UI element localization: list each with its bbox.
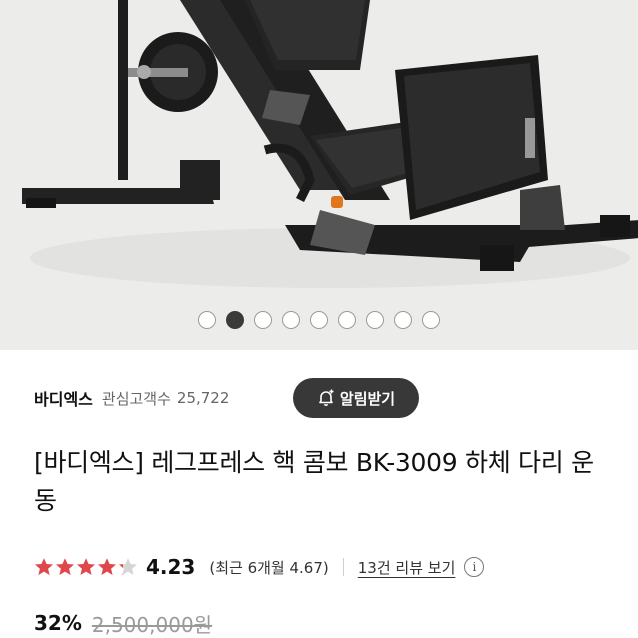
carousel-dot[interactable] bbox=[422, 311, 440, 329]
followers-label: 관심고객수 bbox=[101, 389, 171, 408]
product-image-carousel[interactable] bbox=[0, 0, 638, 350]
original-price: 2,500,000원 bbox=[91, 612, 213, 637]
carousel-dot[interactable] bbox=[338, 311, 356, 329]
carousel-dot[interactable] bbox=[310, 311, 328, 329]
star-icon bbox=[56, 558, 74, 575]
alert-button-label: 알림받기 bbox=[339, 389, 396, 408]
view-reviews-link[interactable]: 13건 리뷰 보기 bbox=[358, 557, 456, 578]
price-row: 32% 2,500,000원 bbox=[34, 608, 212, 638]
discount-rate: 32% bbox=[34, 611, 82, 635]
divider bbox=[342, 558, 344, 576]
star-icon bbox=[77, 558, 95, 575]
carousel-pagination bbox=[0, 311, 638, 329]
seller-row: 바디엑스 관심고객수 25,722 알림받기 bbox=[34, 378, 624, 418]
carousel-dot[interactable] bbox=[226, 311, 244, 329]
leg-press-machine-image bbox=[0, 0, 638, 350]
carousel-dot[interactable] bbox=[366, 311, 384, 329]
carousel-dot[interactable] bbox=[254, 311, 272, 329]
bell-plus-icon bbox=[317, 389, 335, 407]
carousel-dot[interactable] bbox=[282, 311, 300, 329]
info-icon[interactable]: i bbox=[464, 557, 485, 577]
brand-name[interactable]: 바디엑스 bbox=[34, 386, 93, 410]
rating-score: 4.23 bbox=[146, 555, 196, 579]
recent-rating: (최근 6개월 4.67) bbox=[209, 558, 329, 577]
carousel-dot[interactable] bbox=[198, 311, 216, 329]
rating-row: 4.23 (최근 6개월 4.67) 13건 리뷰 보기 i bbox=[34, 552, 624, 582]
star-rating bbox=[34, 557, 138, 577]
star-icon bbox=[35, 558, 53, 575]
followers-count: 25,722 bbox=[176, 389, 230, 407]
carousel-dot[interactable] bbox=[394, 311, 412, 329]
star-icon bbox=[98, 558, 116, 575]
product-title: [바디엑스] 레그프레스 핵 콤보 BK-3009 하체 다리 운동 bbox=[34, 448, 594, 515]
alert-subscribe-button[interactable]: 알림받기 bbox=[293, 378, 419, 418]
star-icon bbox=[119, 558, 137, 575]
